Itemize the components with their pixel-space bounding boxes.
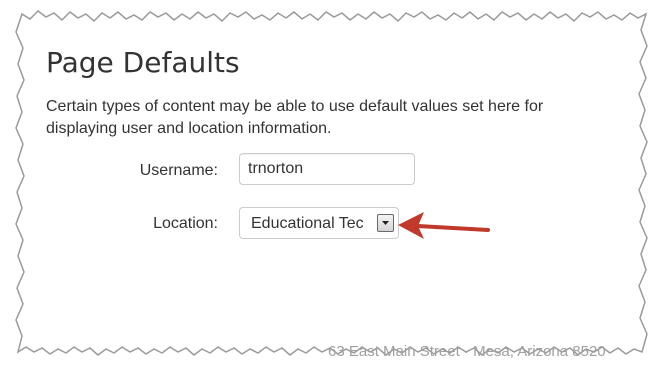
footer-address: 63 East Main Street · Mesa, Arizona 8520 [328, 343, 606, 360]
location-select[interactable]: Educational Tec [239, 207, 399, 239]
page-description: Certain types of content may be able to … [46, 98, 544, 137]
username-input[interactable] [239, 153, 415, 185]
screenshot-canvas: Page Defaults Certain types of content m… [0, 0, 662, 366]
page-title: Page Defaults [46, 46, 240, 79]
location-label: Location: [153, 215, 218, 232]
chevron-down-icon [382, 221, 389, 225]
arrow-left-icon [398, 212, 490, 239]
username-label: Username: [139, 162, 218, 179]
page-defaults-panel: Page Defaults Certain types of content m… [0, 0, 662, 366]
location-select-value: Educational Tec [251, 215, 364, 232]
